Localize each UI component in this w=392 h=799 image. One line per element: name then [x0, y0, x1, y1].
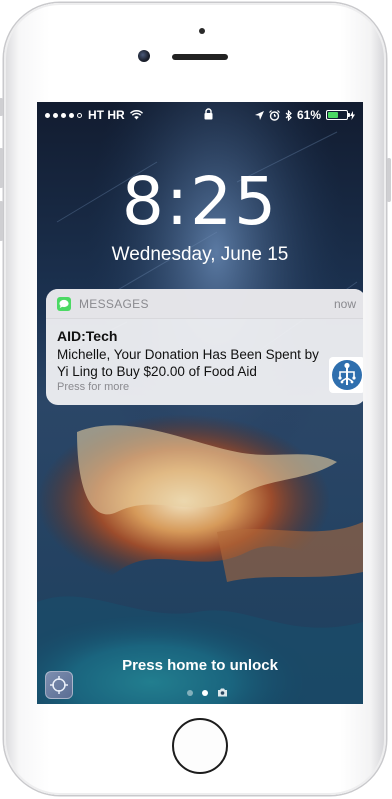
home-button[interactable]	[172, 718, 228, 774]
front-camera	[138, 50, 150, 62]
app-shortcut-icon[interactable]	[45, 671, 73, 699]
signal-dot	[45, 112, 50, 118]
signal-dot	[69, 112, 74, 118]
status-bar: HT HR 61%	[37, 102, 363, 126]
mute-switch	[0, 98, 3, 116]
volume-down-button	[0, 201, 3, 241]
notification-hint: Press for more	[57, 381, 130, 393]
aid-tech-app-icon	[329, 357, 363, 393]
status-right: 61%	[254, 108, 355, 122]
power-button	[387, 158, 391, 202]
page-dot	[187, 690, 193, 696]
notification-app-name: MESSAGES	[79, 297, 149, 311]
unlock-hint: Press home to unlock	[122, 657, 278, 674]
proximity-sensor	[199, 28, 205, 34]
notification-body: Michelle, Your Donation Has Been Spent b…	[57, 347, 319, 379]
lock-icon	[204, 108, 213, 120]
page-indicator	[187, 688, 228, 697]
notification-sender: AID:Tech	[57, 328, 118, 344]
page-dot-active	[202, 690, 208, 696]
lock-screen[interactable]: HT HR 61% 8:25 Wednesday, June 15 MESSAG…	[37, 102, 363, 704]
iphone-frame: HT HR 61% 8:25 Wednesday, June 15 MESSAG…	[0, 3, 391, 795]
signal-dot-empty	[77, 112, 82, 118]
lock-screen-time: 8:25	[121, 163, 279, 240]
signal-carrier-wifi: HT HR	[45, 108, 143, 122]
signal-dot	[61, 112, 66, 118]
battery-level	[328, 112, 339, 118]
volume-up-button	[0, 148, 3, 188]
lock-screen-date: Wednesday, June 15	[111, 244, 289, 265]
carrier-name: HT HR	[88, 108, 125, 122]
charging-bolt-icon	[350, 110, 355, 120]
wifi-icon	[129, 110, 143, 120]
location-icon	[254, 110, 264, 120]
notification-card[interactable]: MESSAGES now AID:Tech Michelle, Your Don…	[46, 289, 363, 405]
camera-icon[interactable]	[217, 688, 228, 697]
battery-percent: 61%	[296, 108, 321, 122]
alarm-icon	[269, 109, 280, 121]
notification-header: MESSAGES now	[46, 289, 363, 319]
battery-cap	[348, 113, 350, 117]
notification-time: now	[333, 297, 356, 311]
battery-icon	[326, 110, 350, 120]
signal-dot	[53, 112, 58, 118]
earpiece-speaker	[172, 54, 228, 60]
messages-icon	[57, 297, 71, 311]
bluetooth-icon	[285, 109, 292, 121]
